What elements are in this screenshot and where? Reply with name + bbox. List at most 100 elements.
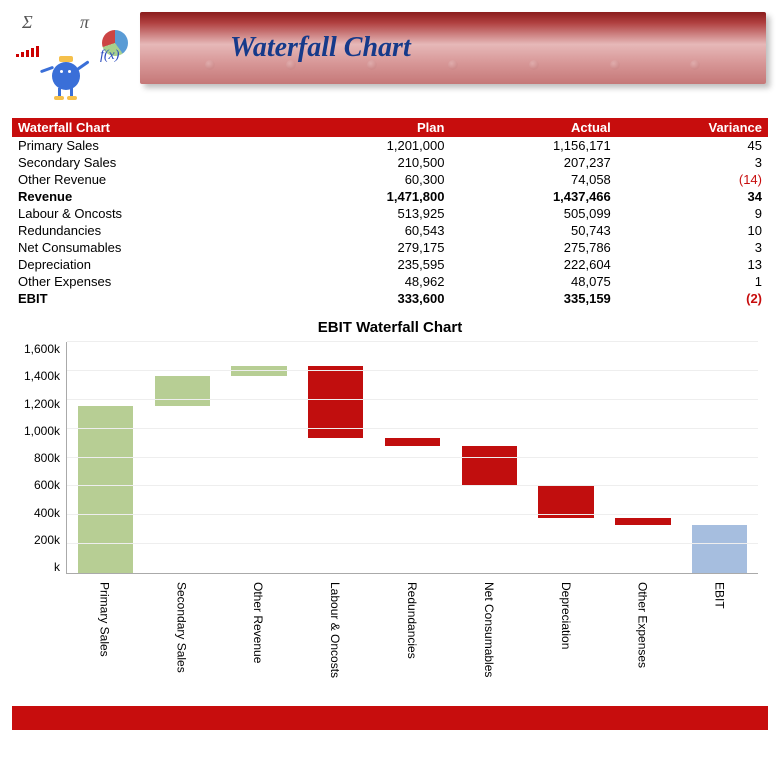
plot-area	[66, 342, 758, 574]
col-variance: Variance	[617, 118, 768, 137]
y-tick: 400k	[16, 506, 60, 520]
y-axis: 1,600k1,400k1,200k1,000k800k600k400k200k…	[16, 342, 66, 574]
table-row: Labour & Oncosts513,925505,0999	[12, 205, 768, 222]
row-variance: 13	[617, 256, 768, 273]
data-table: Waterfall Chart Plan Actual Variance Pri…	[12, 118, 768, 307]
table-row: EBIT333,600335,159(2)	[12, 290, 768, 307]
bar-slot	[451, 342, 528, 573]
row-label: Labour & Oncosts	[12, 205, 299, 222]
y-tick: k	[16, 560, 60, 574]
row-actual: 207,237	[450, 154, 616, 171]
bar-pos	[231, 366, 286, 377]
bars-icon	[16, 46, 39, 57]
table-row: Secondary Sales210,500207,2373	[12, 154, 768, 171]
bar-slot	[297, 342, 374, 573]
y-tick: 200k	[16, 533, 60, 547]
table-header-row: Waterfall Chart Plan Actual Variance	[12, 118, 768, 137]
x-label: Secondary Sales	[143, 578, 220, 688]
bar-neg	[385, 438, 440, 445]
header: Σ π f(x) Waterfall Chart	[0, 0, 780, 98]
sigma-icon: Σ	[22, 12, 33, 33]
row-plan: 1,471,800	[299, 188, 450, 205]
row-plan: 333,600	[299, 290, 450, 307]
bar-slot	[528, 342, 605, 573]
x-label: Redundancies	[374, 578, 451, 688]
y-tick: 1,600k	[16, 342, 60, 356]
row-label: Primary Sales	[12, 137, 299, 154]
chart-title: EBIT Waterfall Chart	[12, 319, 768, 336]
row-variance: 9	[617, 205, 768, 222]
bar-slot	[67, 342, 144, 573]
bar-slot	[144, 342, 221, 573]
x-label: Other Revenue	[220, 578, 297, 688]
bar-neg	[462, 446, 517, 486]
row-plan: 235,595	[299, 256, 450, 273]
mascot-icon	[44, 52, 88, 96]
row-plan: 60,300	[299, 171, 450, 188]
x-label: Other Expenses	[604, 578, 681, 688]
row-plan: 210,500	[299, 154, 450, 171]
row-actual: 48,075	[450, 273, 616, 290]
bar-slot	[681, 342, 758, 573]
row-variance: 1	[617, 273, 768, 290]
row-variance: 10	[617, 222, 768, 239]
col-actual: Actual	[450, 118, 616, 137]
row-label: Other Expenses	[12, 273, 299, 290]
row-label: Depreciation	[12, 256, 299, 273]
x-label: Net Consumables	[450, 578, 527, 688]
row-actual: 505,099	[450, 205, 616, 222]
col-plan: Plan	[299, 118, 450, 137]
bar-neg	[615, 518, 670, 525]
row-actual: 50,743	[450, 222, 616, 239]
bar-neg	[538, 486, 593, 518]
x-label: Depreciation	[527, 578, 604, 688]
bar-slot	[221, 342, 298, 573]
fx-icon: f(x)	[100, 48, 119, 64]
table-row: Net Consumables279,175275,7863	[12, 239, 768, 256]
y-tick: 600k	[16, 478, 60, 492]
x-axis: Primary SalesSecondary SalesOther Revenu…	[66, 578, 758, 688]
table-row: Primary Sales1,201,0001,156,17145	[12, 137, 768, 154]
col-name: Waterfall Chart	[12, 118, 299, 137]
table-row: Other Expenses48,96248,0751	[12, 273, 768, 290]
y-tick: 1,400k	[16, 369, 60, 383]
row-plan: 60,543	[299, 222, 450, 239]
row-actual: 222,604	[450, 256, 616, 273]
row-variance: 34	[617, 188, 768, 205]
row-label: Other Revenue	[12, 171, 299, 188]
row-label: Revenue	[12, 188, 299, 205]
pi-icon: π	[80, 12, 89, 33]
row-label: EBIT	[12, 290, 299, 307]
x-label: Labour & Oncosts	[297, 578, 374, 688]
x-label: EBIT	[681, 578, 758, 688]
bar-slot	[604, 342, 681, 573]
row-label: Net Consumables	[12, 239, 299, 256]
banner: Waterfall Chart	[140, 12, 766, 84]
row-actual: 1,156,171	[450, 137, 616, 154]
row-label: Secondary Sales	[12, 154, 299, 171]
row-actual: 275,786	[450, 239, 616, 256]
table-row: Depreciation235,595222,60413	[12, 256, 768, 273]
row-label: Redundancies	[12, 222, 299, 239]
row-actual: 74,058	[450, 171, 616, 188]
row-variance: (14)	[617, 171, 768, 188]
row-variance: 45	[617, 137, 768, 154]
row-actual: 1,437,466	[450, 188, 616, 205]
bar-slot	[374, 342, 451, 573]
footer-bar	[12, 706, 768, 730]
table-row: Redundancies60,54350,74310	[12, 222, 768, 239]
y-tick: 1,200k	[16, 397, 60, 411]
waterfall-chart: 1,600k1,400k1,200k1,000k800k600k400k200k…	[12, 342, 768, 688]
y-tick: 800k	[16, 451, 60, 465]
bar-pos	[78, 406, 133, 573]
page-title: Waterfall Chart	[230, 32, 411, 64]
content: Waterfall Chart Plan Actual Variance Pri…	[0, 98, 780, 696]
bar-pos	[155, 376, 210, 406]
row-variance: (2)	[617, 290, 768, 307]
row-plan: 1,201,000	[299, 137, 450, 154]
row-actual: 335,159	[450, 290, 616, 307]
table-row: Other Revenue60,30074,058(14)	[12, 171, 768, 188]
row-plan: 279,175	[299, 239, 450, 256]
logo: Σ π f(x)	[10, 8, 140, 98]
table-row: Revenue1,471,8001,437,46634	[12, 188, 768, 205]
